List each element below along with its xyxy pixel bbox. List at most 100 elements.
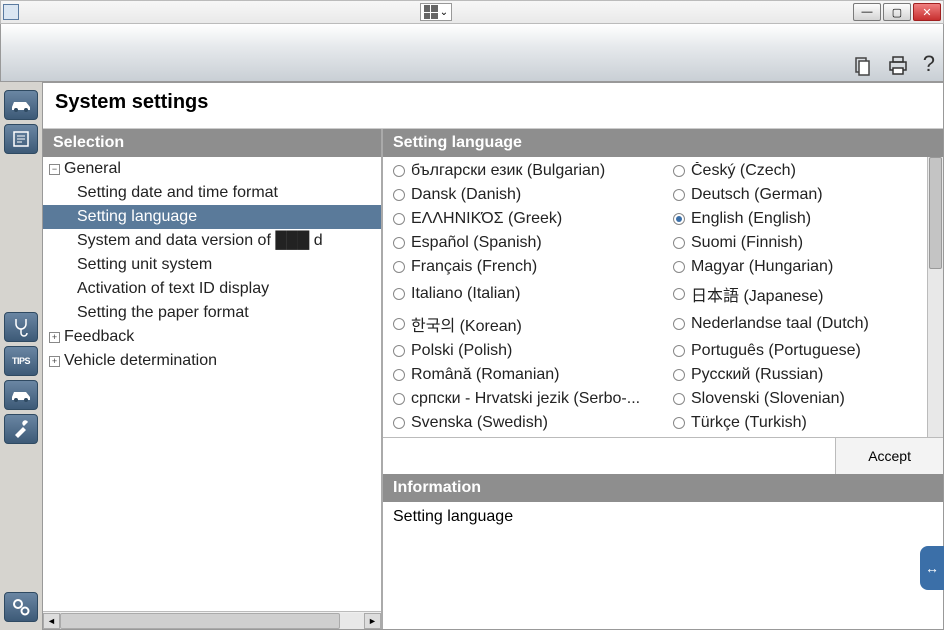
language-option[interactable]: Dansk (Danish)	[383, 183, 663, 207]
rail-vehicle[interactable]	[4, 90, 38, 120]
tree-node-label: Vehicle determination	[64, 352, 217, 370]
language-option[interactable]: Türkçe (Turkish)	[663, 411, 943, 435]
language-label: Svenska (Swedish)	[411, 414, 548, 432]
language-label: English (English)	[691, 210, 811, 228]
language-option[interactable]: Português (Portuguese)	[663, 339, 943, 363]
radio-icon	[673, 369, 685, 381]
language-label: Dansk (Danish)	[411, 186, 521, 204]
radio-icon	[673, 165, 685, 177]
language-option[interactable]: Română (Romanian)	[383, 363, 663, 387]
language-option[interactable]: Svenska (Swedish)	[383, 411, 663, 435]
radio-icon	[393, 288, 405, 300]
language-option[interactable]: български език (Bulgarian)	[383, 159, 663, 183]
accept-bar: Accept	[383, 437, 943, 474]
tree-child[interactable]: Setting date and time format	[43, 181, 381, 205]
language-option[interactable]: English (English)	[663, 207, 943, 231]
language-option[interactable]: српски - Hrvatski jezik (Serbo-...	[383, 387, 663, 411]
close-button[interactable]: ✕	[913, 3, 941, 21]
expand-icon[interactable]: +	[49, 332, 60, 343]
rail-vehicle2[interactable]	[4, 380, 38, 410]
tree-child[interactable]: System and data version of ███ d	[43, 229, 381, 253]
tree-node-label: Feedback	[64, 328, 134, 346]
accept-button[interactable]: Accept	[835, 438, 943, 474]
selection-column: Selection −GeneralSetting date and time …	[43, 129, 383, 629]
selection-header: Selection	[43, 129, 381, 157]
tree-child[interactable]: Setting language	[43, 205, 381, 229]
radio-icon	[673, 261, 685, 273]
radio-icon	[393, 237, 405, 249]
app-header: ?	[0, 24, 944, 82]
language-label: Slovenski (Slovenian)	[691, 390, 845, 408]
language-label: Italiano (Italian)	[411, 285, 520, 303]
language-option[interactable]: Nederlandse taal (Dutch)	[663, 309, 943, 339]
language-label: ΕΛΛΗΝΙΚΌΣ (Greek)	[411, 210, 562, 228]
chevron-down-icon: ⌄	[440, 7, 448, 18]
language-option[interactable]: Français (French)	[383, 255, 663, 279]
collapse-icon[interactable]: −	[49, 164, 60, 175]
radio-icon	[393, 318, 405, 330]
language-label: български език (Bulgarian)	[411, 162, 605, 180]
tree-child[interactable]: Setting the paper format	[43, 301, 381, 325]
tree-node[interactable]: + Vehicle determination	[43, 349, 381, 373]
language-label: 한국의 (Korean)	[411, 312, 522, 336]
print-icon[interactable]	[887, 55, 909, 77]
tree-node[interactable]: −General	[43, 157, 381, 181]
language-option[interactable]: Slovenski (Slovenian)	[663, 387, 943, 411]
rail-document[interactable]	[4, 124, 38, 154]
language-label: Polski (Polish)	[411, 342, 512, 360]
radio-icon	[393, 213, 405, 225]
language-option[interactable]: Polski (Polish)	[383, 339, 663, 363]
language-option[interactable]: 日本語 (Japanese)	[663, 279, 943, 309]
language-option[interactable]: Magyar (Hungarian)	[663, 255, 943, 279]
titlebar: ⌄ — ▢ ✕	[0, 0, 944, 24]
expand-control[interactable]: ⌄	[420, 3, 452, 21]
radio-icon	[393, 189, 405, 201]
radio-icon	[393, 393, 405, 405]
rail-settings[interactable]	[4, 592, 38, 622]
language-option[interactable]: Русский (Russian)	[663, 363, 943, 387]
language-grid: български език (Bulgarian) Český (Czech) D…	[383, 157, 943, 437]
copy-icon[interactable]	[851, 55, 873, 77]
radio-icon	[393, 261, 405, 273]
maximize-button[interactable]: ▢	[883, 3, 911, 21]
language-label: Română (Romanian)	[411, 366, 560, 384]
rail-tips[interactable]: TIPS	[4, 346, 38, 376]
language-option[interactable]: Español (Spanish)	[383, 231, 663, 255]
tree-child[interactable]: Activation of text ID display	[43, 277, 381, 301]
left-rail: TIPS	[0, 82, 42, 630]
language-header: Setting language	[383, 129, 943, 157]
language-label: Español (Spanish)	[411, 234, 542, 252]
language-label: Русский (Russian)	[691, 366, 823, 384]
teamviewer-badge[interactable]: ↔	[920, 546, 944, 590]
language-label: Türkçe (Turkish)	[691, 414, 807, 432]
language-option[interactable]: ΕΛΛΗΝΙΚΌΣ (Greek)	[383, 207, 663, 231]
horizontal-scrollbar[interactable]: ◄ ►	[43, 611, 381, 629]
vertical-scrollbar[interactable]	[927, 157, 943, 437]
language-option[interactable]: Italiano (Italian)	[383, 279, 663, 309]
tree-child[interactable]: Setting unit system	[43, 253, 381, 277]
tree-node[interactable]: + Feedback	[43, 325, 381, 349]
help-button[interactable]: ?	[923, 51, 935, 77]
expand-icon[interactable]: +	[49, 356, 60, 367]
radio-icon	[393, 417, 405, 429]
language-option[interactable]: Deutsch (German)	[663, 183, 943, 207]
main-panel: System settings Selection −GeneralSettin…	[42, 82, 944, 630]
scroll-right-icon[interactable]: ►	[364, 613, 381, 629]
language-option[interactable]: Český (Czech)	[663, 159, 943, 183]
radio-icon	[673, 393, 685, 405]
language-label: Magyar (Hungarian)	[691, 258, 833, 276]
language-option[interactable]: 한국의 (Korean)	[383, 309, 663, 339]
selection-tree[interactable]: −GeneralSetting date and time formatSett…	[43, 157, 381, 611]
language-label: Français (French)	[411, 258, 537, 276]
language-label: 日本語 (Japanese)	[691, 282, 824, 306]
language-label: Suomi (Finnish)	[691, 234, 803, 252]
information-body: Setting language	[383, 502, 943, 629]
radio-icon	[673, 288, 685, 300]
minimize-button[interactable]: —	[853, 3, 881, 21]
scroll-left-icon[interactable]: ◄	[43, 613, 60, 629]
page-title: System settings	[43, 83, 943, 129]
rail-diagnostics[interactable]	[4, 312, 38, 342]
language-label: Český (Czech)	[691, 162, 796, 180]
language-option[interactable]: Suomi (Finnish)	[663, 231, 943, 255]
rail-tools[interactable]	[4, 414, 38, 444]
